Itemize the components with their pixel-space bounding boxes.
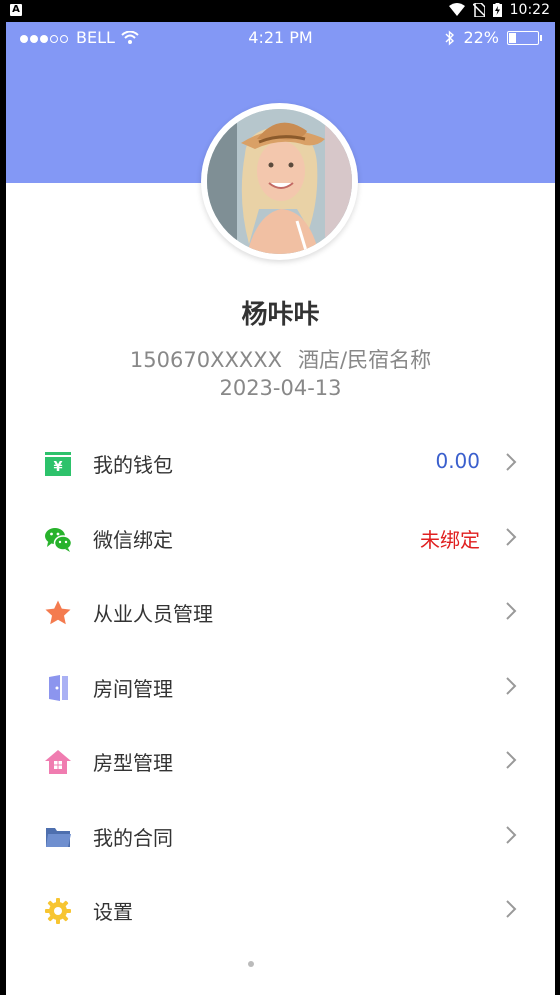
menu-list: ¥ 我的钱包 0.00 微信绑定 未绑定 从业人员管理 房间管理 房型管理 我的… — [6, 425, 555, 947]
wallet-balance: 0.00 — [435, 449, 480, 473]
user-name: 杨咔咔 — [241, 300, 320, 330]
chevron-right-icon — [506, 453, 517, 471]
page-indicator-dot — [248, 961, 254, 967]
bluetooth-icon — [445, 29, 455, 46]
star-icon — [45, 600, 71, 625]
svg-text:¥: ¥ — [53, 460, 62, 475]
menu-label-staff: 从业人员管理 — [93, 602, 213, 626]
menu-item-wallet[interactable]: ¥ 我的钱包 0.00 — [6, 425, 555, 500]
chevron-right-icon — [506, 602, 517, 620]
ios-status-bar: BELL 4:21 PM 22% — [6, 22, 555, 54]
no-sim-icon — [472, 3, 485, 17]
notification-badge: A — [10, 4, 22, 16]
wechat-icon — [45, 527, 72, 552]
house-icon — [45, 750, 71, 774]
menu-item-room-type-management[interactable]: 房型管理 — [6, 723, 555, 798]
chevron-right-icon — [506, 527, 517, 546]
wifi-icon — [448, 3, 465, 16]
user-date: 2023-04-13 — [219, 376, 342, 400]
folder-icon — [46, 827, 71, 847]
menu-item-wechat-binding[interactable]: 微信绑定 未绑定 — [6, 500, 555, 575]
user-phone: 150670XXXXX — [129, 348, 283, 372]
profile-screen: BELL 4:21 PM 22% 杨咔咔 150670XXXXX 酒店/民宿名称… — [6, 22, 555, 995]
menu-label-room-type: 房型管理 — [93, 751, 173, 775]
chevron-right-icon — [506, 900, 517, 918]
user-info: 150670XXXXX 酒店/民宿名称 — [6, 344, 555, 374]
avatar-photo — [207, 109, 352, 254]
menu-item-settings[interactable]: 设置 — [6, 872, 555, 947]
menu-label-room: 房间管理 — [93, 676, 173, 701]
menu-item-contracts[interactable]: 我的合同 — [6, 798, 555, 873]
menu-label-contracts: 我的合同 — [93, 825, 173, 850]
menu-label-settings: 设置 — [93, 900, 133, 924]
avatar[interactable] — [207, 109, 352, 254]
status-right: 22% — [445, 28, 542, 47]
menu-item-staff-management[interactable]: 从业人员管理 — [6, 574, 555, 649]
menu-label-wallet: 我的钱包 — [93, 453, 173, 477]
hotel-name: 酒店/民宿名称 — [298, 348, 432, 372]
wechat-status: 未绑定 — [420, 527, 480, 552]
menu-label-wechat: 微信绑定 — [93, 527, 173, 552]
battery-icon — [507, 30, 542, 45]
system-status-bar: A 10:22 — [0, 0, 560, 22]
system-time: 10:22 — [509, 2, 550, 18]
chevron-right-icon — [506, 676, 517, 695]
gear-icon — [45, 898, 71, 924]
avatar-frame[interactable] — [201, 103, 358, 260]
menu-item-room-management[interactable]: 房间管理 — [6, 649, 555, 724]
chevron-right-icon — [506, 751, 517, 769]
battery-percent: 22% — [463, 28, 499, 47]
battery-charging-icon — [492, 3, 502, 17]
system-icons: 10:22 — [448, 2, 550, 18]
door-icon — [49, 674, 68, 701]
wallet-icon: ¥ — [45, 452, 71, 476]
chevron-right-icon — [506, 825, 517, 844]
